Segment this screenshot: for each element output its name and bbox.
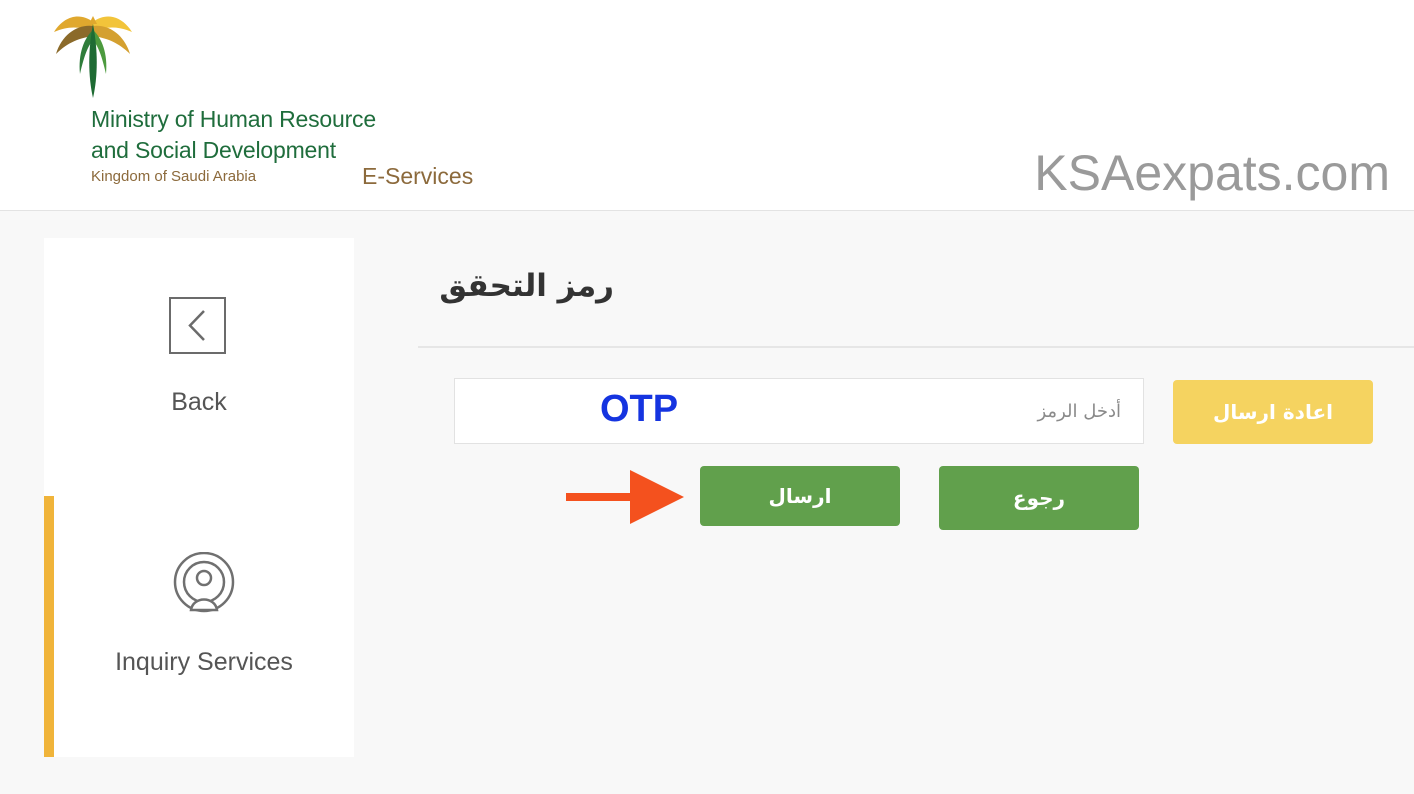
sidebar-item-label: Inquiry Services bbox=[115, 648, 293, 676]
sidebar-item-label: Back bbox=[171, 388, 227, 416]
kingdom-label: Kingdom of Saudi Arabia bbox=[91, 168, 257, 185]
title-divider bbox=[418, 346, 1414, 348]
header: Ministry of Human Resource and Social De… bbox=[0, 0, 1414, 211]
back-button[interactable]: رجوع bbox=[939, 466, 1139, 530]
sidebar: Back Inquiry Services bbox=[44, 238, 354, 757]
sidebar-item-back[interactable]: Back bbox=[44, 238, 354, 496]
eservices-label: E-Services bbox=[362, 163, 474, 189]
watermark: KSAexpats.com bbox=[1034, 145, 1390, 201]
otp-input-placeholder: أدخل الرمز bbox=[1037, 401, 1122, 422]
chevron-left-icon bbox=[169, 297, 226, 354]
otp-input[interactable]: أدخل الرمز bbox=[454, 378, 1144, 444]
send-button[interactable]: ارسال bbox=[700, 466, 900, 526]
person-signal-icon bbox=[173, 552, 235, 613]
active-indicator bbox=[44, 496, 54, 757]
ministry-name-line1: Ministry of Human Resource bbox=[91, 106, 376, 132]
resend-button[interactable]: اعادة ارسال bbox=[1173, 380, 1373, 444]
ministry-name-line2: and Social Development bbox=[91, 137, 336, 163]
palm-logo-icon bbox=[54, 16, 132, 98]
arrow-right-icon bbox=[566, 470, 684, 524]
sidebar-item-inquiry-services[interactable]: Inquiry Services bbox=[44, 496, 354, 757]
page-title: رمز التحقق bbox=[439, 268, 614, 304]
otp-annotation-label: OTP bbox=[600, 388, 679, 430]
